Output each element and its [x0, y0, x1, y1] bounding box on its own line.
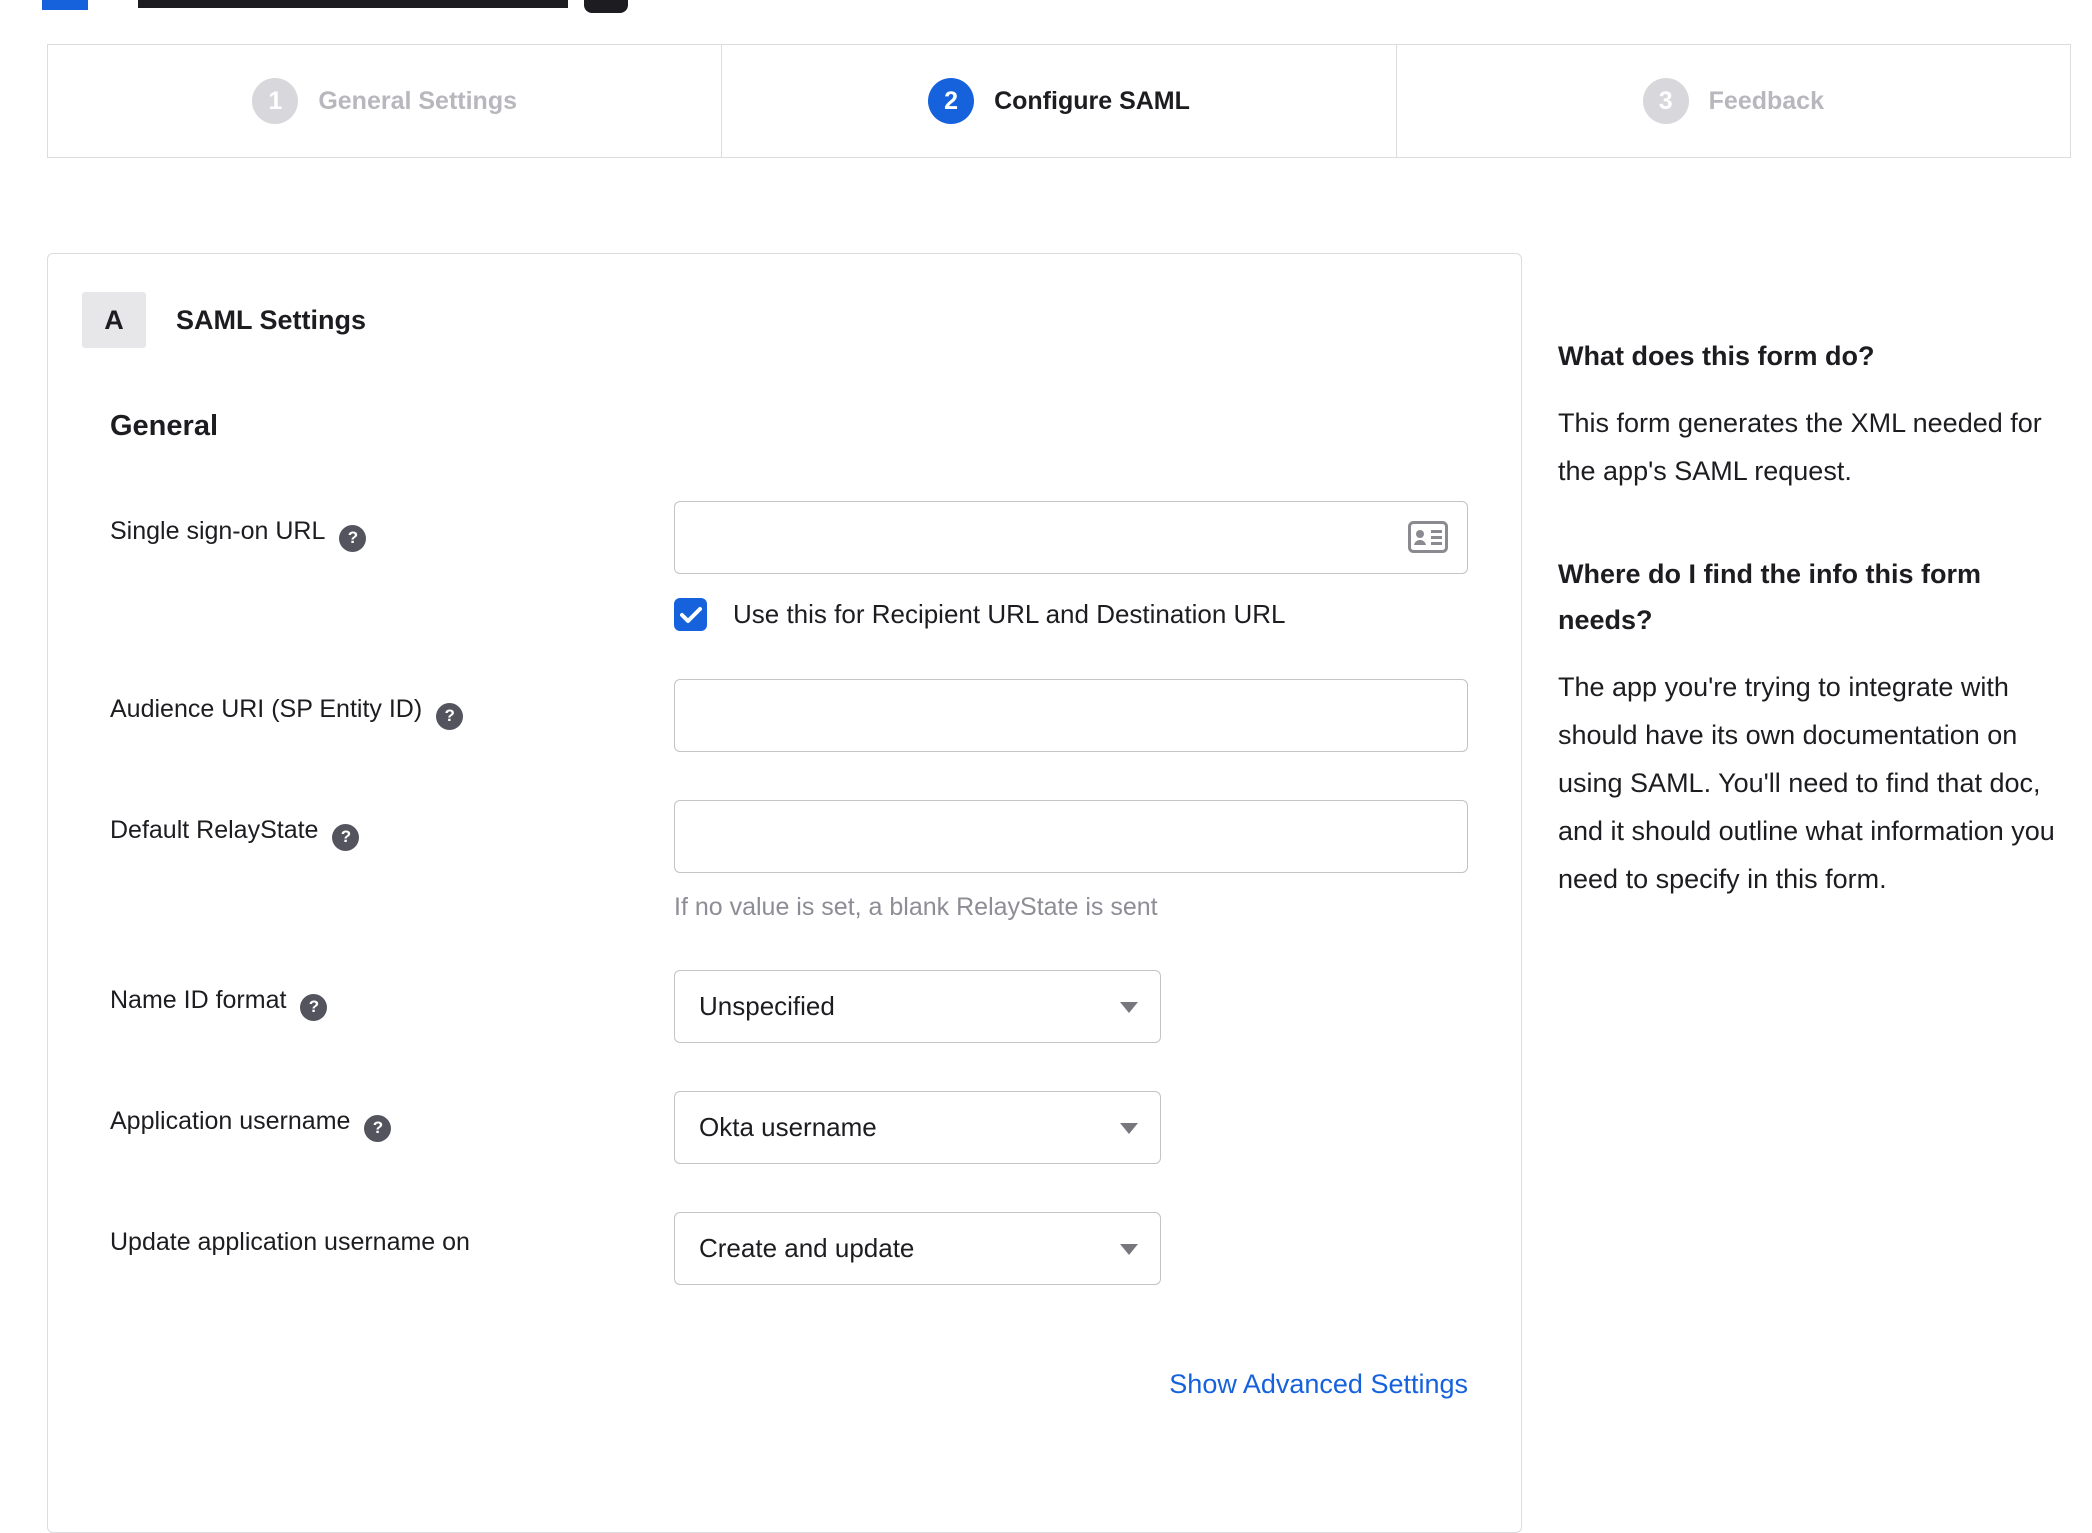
wizard-stepper: 1 General Settings 2 Configure SAML 3 Fe… — [47, 44, 2071, 158]
advanced-link-wrap: Show Advanced Settings — [674, 1369, 1468, 1400]
panel-header: A SAML Settings — [82, 292, 1481, 348]
page-title-fragment — [138, 0, 568, 8]
recipient-url-checkbox-label: Use this for Recipient URL and Destinati… — [733, 599, 1286, 629]
name-id-format-value: Unspecified — [699, 991, 835, 1021]
audience-uri-row: Audience URI (SP Entity ID) — [110, 679, 1481, 752]
app-logo-fragment — [42, 0, 88, 10]
saml-form: Single sign-on URL? Use this for Recipie… — [110, 501, 1481, 1400]
name-id-format-field: Unspecified — [674, 970, 1481, 1043]
name-id-format-label-wrap: Name ID format — [110, 970, 674, 1043]
update-app-username-label: Update application username on — [110, 1228, 470, 1256]
sso-url-row: Single sign-on URL? Use this for Recipie… — [110, 501, 1481, 631]
relaystate-label: Default RelayState — [110, 816, 319, 844]
relaystate-row: Default RelayState If no value is set, a… — [110, 800, 1481, 922]
audience-uri-help-icon[interactable] — [436, 702, 464, 730]
name-id-format-row: Name ID format Unspecified — [110, 970, 1481, 1043]
step-general-settings[interactable]: 1 General Settings — [48, 45, 721, 157]
app-username-label: Application username — [110, 1107, 351, 1135]
step-feedback[interactable]: 3 Feedback — [1395, 45, 2070, 157]
sso-url-label-wrap: Single sign-on URL — [110, 501, 674, 631]
update-app-username-value: Create and update — [699, 1233, 915, 1263]
step-2-number-badge: 2 — [928, 78, 975, 124]
step-configure-saml[interactable]: 2 Configure SAML — [721, 45, 1395, 157]
step-3-label: Feedback — [1708, 86, 1824, 115]
advanced-settings-field: Show Advanced Settings — [674, 1369, 1481, 1400]
relaystate-help-icon[interactable] — [332, 823, 360, 851]
relaystate-input[interactable] — [674, 800, 1468, 873]
contact-card-icon — [1408, 521, 1448, 553]
general-section-heading: General — [110, 410, 218, 442]
chevron-down-icon — [1120, 1123, 1138, 1134]
section-badge-a: A — [82, 292, 146, 348]
clipped-page-header — [0, 0, 2092, 14]
recipient-url-checkbox[interactable] — [674, 598, 707, 631]
app-icon-fragment — [584, 0, 628, 13]
name-id-format-label: Name ID format — [110, 986, 287, 1014]
sso-url-help-icon[interactable] — [339, 524, 367, 552]
update-app-username-field: Create and update — [674, 1212, 1481, 1285]
audience-uri-label-wrap: Audience URI (SP Entity ID) — [110, 679, 674, 752]
sidebar-heading-what: What does this form do? — [1558, 341, 1875, 371]
content-row: A SAML Settings General Single sign-on U… — [47, 253, 2070, 1533]
chevron-down-icon — [1120, 1244, 1138, 1255]
sidebar-section-what: What does this form do? This form genera… — [1558, 333, 2070, 495]
chevron-down-icon — [1120, 1002, 1138, 1013]
sso-url-input-wrap — [674, 501, 1468, 574]
sso-url-field: Use this for Recipient URL and Destinati… — [674, 501, 1481, 631]
app-username-help-icon[interactable] — [364, 1114, 392, 1142]
sidebar-body-where: The app you're trying to integrate with … — [1558, 672, 2055, 894]
sidebar-body-what: This form generates the XML needed for t… — [1558, 408, 2042, 486]
name-id-format-select[interactable]: Unspecified — [674, 970, 1161, 1043]
name-id-format-help-icon[interactable] — [300, 993, 328, 1021]
step-2-label: Configure SAML — [994, 86, 1190, 115]
app-username-select[interactable]: Okta username — [674, 1091, 1161, 1164]
step-1-label: General Settings — [318, 86, 517, 115]
show-advanced-settings-link[interactable]: Show Advanced Settings — [1169, 1369, 1468, 1399]
app-username-label-wrap: Application username — [110, 1091, 674, 1164]
sso-url-label: Single sign-on URL — [110, 517, 326, 545]
saml-settings-panel: A SAML Settings General Single sign-on U… — [47, 253, 1522, 1533]
advanced-settings-spacer — [110, 1369, 674, 1400]
audience-uri-label: Audience URI (SP Entity ID) — [110, 695, 423, 723]
app-username-field: Okta username — [674, 1091, 1481, 1164]
advanced-settings-row: Show Advanced Settings — [110, 1369, 1481, 1400]
panel-title: SAML Settings — [176, 304, 367, 335]
update-app-username-row: Update application username on Create an… — [110, 1212, 1481, 1285]
sso-url-input[interactable] — [674, 501, 1468, 574]
step-3-number-badge: 3 — [1642, 78, 1689, 124]
check-icon — [679, 606, 702, 623]
update-app-username-label-wrap: Update application username on — [110, 1212, 674, 1285]
app-username-row: Application username Okta username — [110, 1091, 1481, 1164]
audience-uri-input[interactable] — [674, 679, 1468, 752]
relaystate-field: If no value is set, a blank RelayState i… — [674, 800, 1481, 922]
help-sidebar: What does this form do? This form genera… — [1558, 253, 2070, 1533]
sidebar-section-where: Where do I find the info this form needs… — [1558, 551, 2070, 903]
relaystate-hint: If no value is set, a blank RelayState i… — [674, 893, 1158, 921]
sidebar-heading-where: Where do I find the info this form needs… — [1558, 559, 1981, 635]
update-app-username-select[interactable]: Create and update — [674, 1212, 1161, 1285]
app-username-value: Okta username — [699, 1112, 877, 1142]
recipient-url-checkbox-row: Use this for Recipient URL and Destinati… — [674, 598, 1481, 631]
relaystate-label-wrap: Default RelayState — [110, 800, 674, 922]
audience-uri-field — [674, 679, 1481, 752]
step-1-number-badge: 1 — [252, 78, 299, 124]
